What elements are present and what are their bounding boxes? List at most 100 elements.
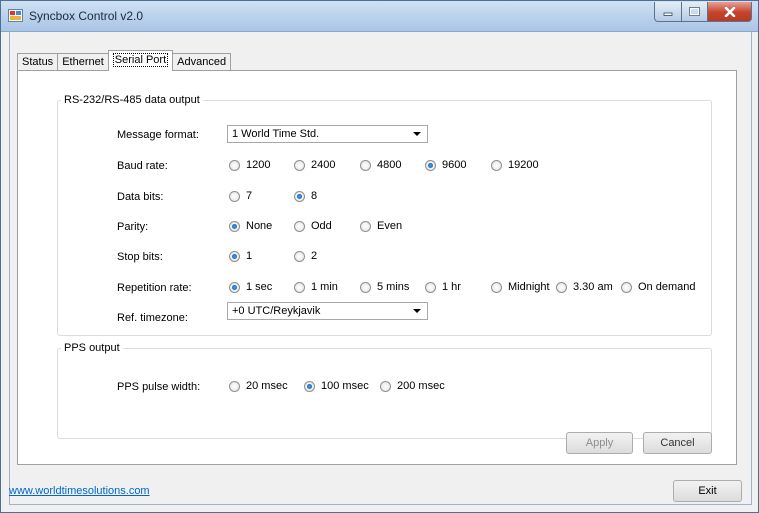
radio-button-icon: [294, 281, 305, 293]
maximize-button[interactable]: [682, 2, 708, 22]
pps-20msec-radio[interactable]: 20 msec: [229, 380, 288, 392]
repetition-1hr-radio[interactable]: 1 hr: [425, 281, 461, 293]
minimize-button[interactable]: [654, 2, 682, 22]
pps-200msec-radio[interactable]: 200 msec: [380, 380, 445, 392]
exit-button[interactable]: Exit: [673, 480, 742, 502]
repetition-5mins-label: 5 mins: [377, 281, 410, 293]
repetition-1sec-label: 1 sec: [246, 281, 273, 293]
stop-bits-1-radio[interactable]: 1: [229, 250, 252, 262]
repetition-1min-radio[interactable]: 1 min: [294, 281, 338, 293]
baud-rate-4800-radio[interactable]: 4800: [360, 159, 401, 171]
baud-rate-1200-radio[interactable]: 1200: [229, 159, 270, 171]
pps-20msec-label: 20 msec: [246, 380, 288, 392]
baud-rate-label: Baud rate:: [117, 160, 168, 172]
message-format-label: Message format:: [117, 129, 199, 141]
window-title: Syncbox Control v2.0: [29, 9, 144, 23]
repetition-midnight-radio[interactable]: Midnight: [491, 281, 550, 293]
stop-bits-2-radio[interactable]: 2: [294, 250, 317, 262]
radio-button-checked-icon: [304, 380, 315, 392]
repetition-1hr-label: 1 hr: [442, 281, 461, 293]
tab-advanced-label: Advanced: [177, 56, 227, 68]
data-bits-8-radio[interactable]: 8: [294, 190, 317, 202]
baud-rate-1200-label: 1200: [246, 159, 271, 171]
parity-label: Parity:: [117, 221, 149, 233]
radio-button-icon: [294, 220, 305, 232]
parity-even-label: Even: [377, 220, 403, 232]
tab-serial-port-label: Serial Port: [112, 53, 169, 67]
pps-100msec-label: 100 msec: [321, 380, 369, 392]
data-bits-7-radio[interactable]: 7: [229, 190, 252, 202]
data-bits-7-label: 7: [246, 190, 253, 202]
ref-timezone-label: Ref. timezone:: [117, 312, 188, 324]
radio-button-icon: [380, 380, 391, 392]
repetition-330am-radio[interactable]: 3.30 am: [556, 281, 613, 293]
parity-odd-label: Odd: [311, 220, 332, 232]
radio-button-icon: [621, 281, 632, 293]
chevron-down-icon: [413, 309, 421, 313]
app-icon: [8, 9, 23, 22]
maximize-icon: [689, 7, 700, 16]
ref-timezone-value: +0 UTC/Reykjavik: [232, 305, 321, 317]
stop-bits-2-label: 2: [311, 250, 318, 262]
ref-timezone-dropdown[interactable]: +0 UTC/Reykjavik: [227, 302, 428, 320]
parity-even-radio[interactable]: Even: [360, 220, 402, 232]
tab-ethernet-label: Ethernet: [62, 56, 104, 68]
repetition-5mins-radio[interactable]: 5 mins: [360, 281, 409, 293]
close-button[interactable]: [708, 2, 752, 22]
repetition-on-demand-radio[interactable]: On demand: [621, 281, 695, 293]
radio-button-icon: [491, 281, 502, 293]
radio-button-icon: [491, 159, 502, 171]
radio-button-checked-icon: [294, 190, 305, 202]
apply-button[interactable]: Apply: [566, 432, 633, 454]
radio-button-icon: [425, 281, 436, 293]
parity-none-label: None: [246, 220, 273, 232]
radio-button-icon: [229, 190, 240, 202]
radio-button-icon: [556, 281, 567, 293]
chevron-down-icon: [413, 132, 421, 136]
serial-output-legend: RS-232/RS-485 data output: [64, 94, 200, 106]
stop-bits-label: Stop bits:: [117, 251, 163, 263]
radio-button-checked-icon: [229, 281, 240, 293]
radio-button-checked-icon: [425, 159, 436, 171]
tab-status-label: Status: [22, 56, 54, 68]
radio-button-icon: [360, 159, 371, 171]
radio-button-icon: [360, 281, 371, 293]
pps-100msec-radio[interactable]: 100 msec: [304, 380, 369, 392]
tab-status[interactable]: Status: [17, 53, 59, 71]
data-bits-8-label: 8: [311, 190, 318, 202]
radio-button-icon: [294, 250, 305, 262]
window-controls: [654, 2, 752, 22]
parity-odd-radio[interactable]: Odd: [294, 220, 332, 232]
message-format-dropdown[interactable]: 1 World Time Std.: [227, 125, 428, 143]
radio-button-icon: [229, 380, 240, 392]
pps-200msec-label: 200 msec: [397, 380, 445, 392]
repetition-rate-label: Repetition rate:: [117, 282, 192, 294]
tab-ethernet[interactable]: Ethernet: [57, 53, 109, 71]
radio-button-icon: [360, 220, 371, 232]
repetition-1sec-radio[interactable]: 1 sec: [229, 281, 272, 293]
repetition-on-demand-label: On demand: [638, 281, 696, 293]
cancel-button[interactable]: Cancel: [643, 432, 712, 454]
close-icon: [724, 6, 735, 17]
title-bar[interactable]: Syncbox Control v2.0: [1, 1, 758, 32]
message-format-value: 1 World Time Std.: [232, 128, 320, 140]
radio-button-checked-icon: [229, 220, 240, 232]
baud-rate-9600-label: 9600: [442, 159, 467, 171]
repetition-1min-label: 1 min: [311, 281, 338, 293]
tab-strip: Status Ethernet Serial Port Advanced: [17, 50, 232, 71]
pps-output-legend: PPS output: [64, 342, 120, 354]
baud-rate-19200-label: 19200: [508, 159, 539, 171]
baud-rate-2400-radio[interactable]: 2400: [294, 159, 335, 171]
website-link[interactable]: www.worldtimesolutions.com: [9, 485, 150, 497]
tab-serial-port[interactable]: Serial Port: [107, 50, 174, 71]
minimize-icon: [663, 12, 673, 16]
baud-rate-4800-label: 4800: [377, 159, 402, 171]
repetition-midnight-label: Midnight: [508, 281, 550, 293]
baud-rate-2400-label: 2400: [311, 159, 336, 171]
parity-none-radio[interactable]: None: [229, 220, 272, 232]
baud-rate-9600-radio[interactable]: 9600: [425, 159, 466, 171]
baud-rate-19200-radio[interactable]: 19200: [491, 159, 539, 171]
data-bits-label: Data bits:: [117, 191, 164, 203]
tab-advanced[interactable]: Advanced: [172, 53, 232, 71]
radio-button-icon: [294, 159, 305, 171]
